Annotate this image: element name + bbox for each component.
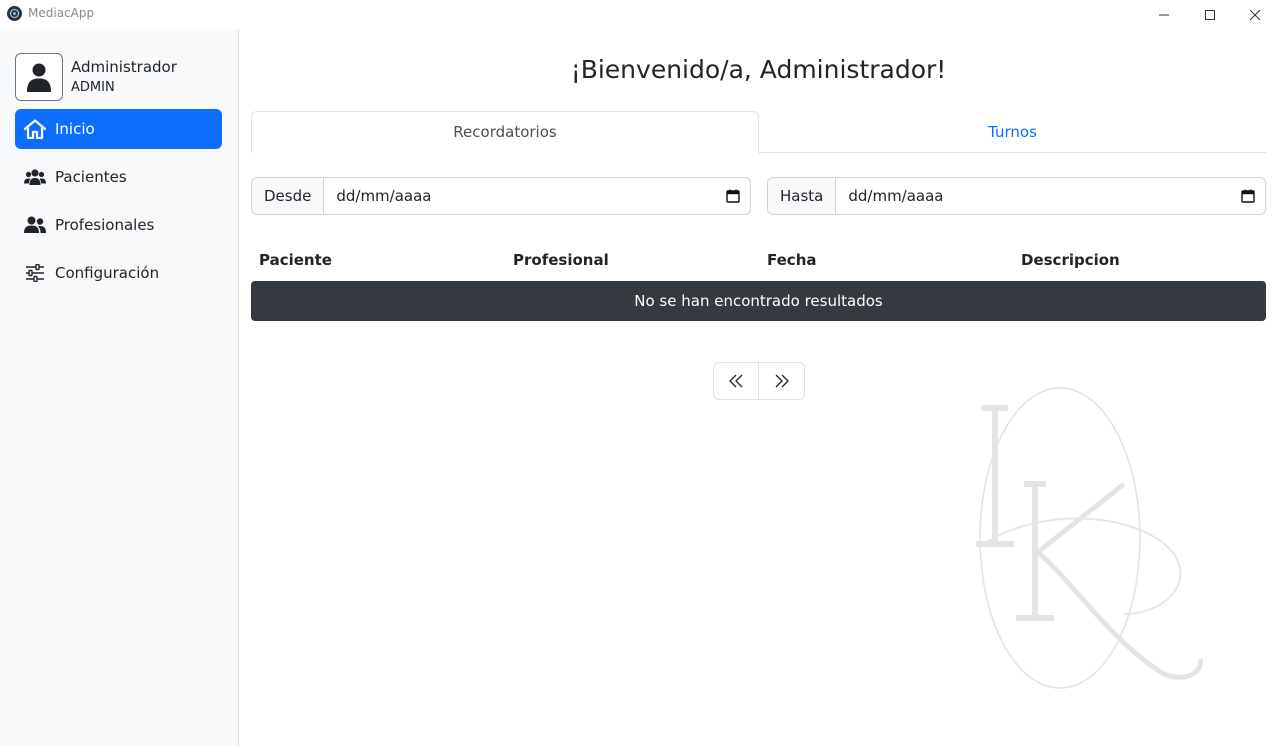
hasta-label: Hasta xyxy=(768,178,837,214)
desde-date-input[interactable] xyxy=(324,178,716,214)
window-titlebar: MediacApp xyxy=(0,0,1278,29)
previous-page-button[interactable] xyxy=(713,362,759,400)
sidebar: Administrador ADMIN Inicio Pacientes Pro… xyxy=(0,29,239,746)
avatar xyxy=(15,53,63,101)
hasta-input-group: Hasta xyxy=(767,177,1266,215)
watermark-logo-icon xyxy=(976,387,1204,689)
column-header-descripcion: Descripcion xyxy=(1021,251,1120,269)
pagination xyxy=(713,362,805,400)
app-logo-icon xyxy=(6,5,23,22)
tab-label: Turnos xyxy=(988,123,1037,141)
minimize-icon xyxy=(1159,14,1169,15)
empty-results-row: No se han encontrado resultados xyxy=(251,281,1266,321)
sidebar-item-label: Inicio xyxy=(55,120,95,138)
user-group-icon xyxy=(24,214,46,236)
page-title: ¡Bienvenido/a, Administrador! xyxy=(570,55,947,84)
chevrons-right-icon xyxy=(775,374,789,388)
main-content: ¡Bienvenido/a, Administrador! Recordator… xyxy=(239,29,1278,746)
user-card: Administrador ADMIN xyxy=(15,53,225,101)
sidebar-item-label: Pacientes xyxy=(55,168,127,186)
maximize-icon xyxy=(1205,9,1215,20)
tab-label: Recordatorios xyxy=(453,123,557,141)
close-button[interactable] xyxy=(1232,0,1278,29)
sidebar-item-inicio[interactable]: Inicio xyxy=(15,109,222,149)
home-icon xyxy=(24,118,46,140)
maximize-button[interactable] xyxy=(1187,0,1233,29)
sidebar-item-label: Configuración xyxy=(55,264,160,282)
column-header-profesional: Profesional xyxy=(513,251,609,269)
table-header: Paciente Profesional Fecha Descripcion xyxy=(251,247,1266,275)
chevrons-left-icon xyxy=(729,374,743,388)
desde-input-group: Desde xyxy=(251,177,751,215)
sidebar-item-profesionales[interactable]: Profesionales xyxy=(15,205,222,245)
sliders-icon xyxy=(24,262,46,284)
user-role: ADMIN xyxy=(71,80,115,95)
sidebar-item-label: Profesionales xyxy=(55,216,155,234)
user-icon xyxy=(27,63,51,92)
calendar-icon[interactable] xyxy=(716,178,750,214)
user-name: Administrador xyxy=(71,58,177,76)
empty-results-message: No se han encontrado resultados xyxy=(634,292,883,310)
desde-label: Desde xyxy=(252,178,325,214)
hasta-date-input[interactable] xyxy=(836,178,1231,214)
users-icon xyxy=(24,166,46,188)
close-icon xyxy=(1249,9,1261,20)
tab-recordatorios[interactable]: Recordatorios xyxy=(251,111,759,153)
window-title: MediacApp xyxy=(28,6,95,20)
sidebar-item-pacientes[interactable]: Pacientes xyxy=(15,157,222,197)
column-header-paciente: Paciente xyxy=(259,251,332,269)
tab-turnos[interactable]: Turnos xyxy=(759,111,1266,153)
next-page-button[interactable] xyxy=(759,362,805,400)
column-header-fecha: Fecha xyxy=(767,251,817,269)
minimize-button[interactable] xyxy=(1141,0,1187,29)
calendar-icon[interactable] xyxy=(1231,178,1265,214)
sidebar-item-configuracion[interactable]: Configuración xyxy=(15,253,222,293)
